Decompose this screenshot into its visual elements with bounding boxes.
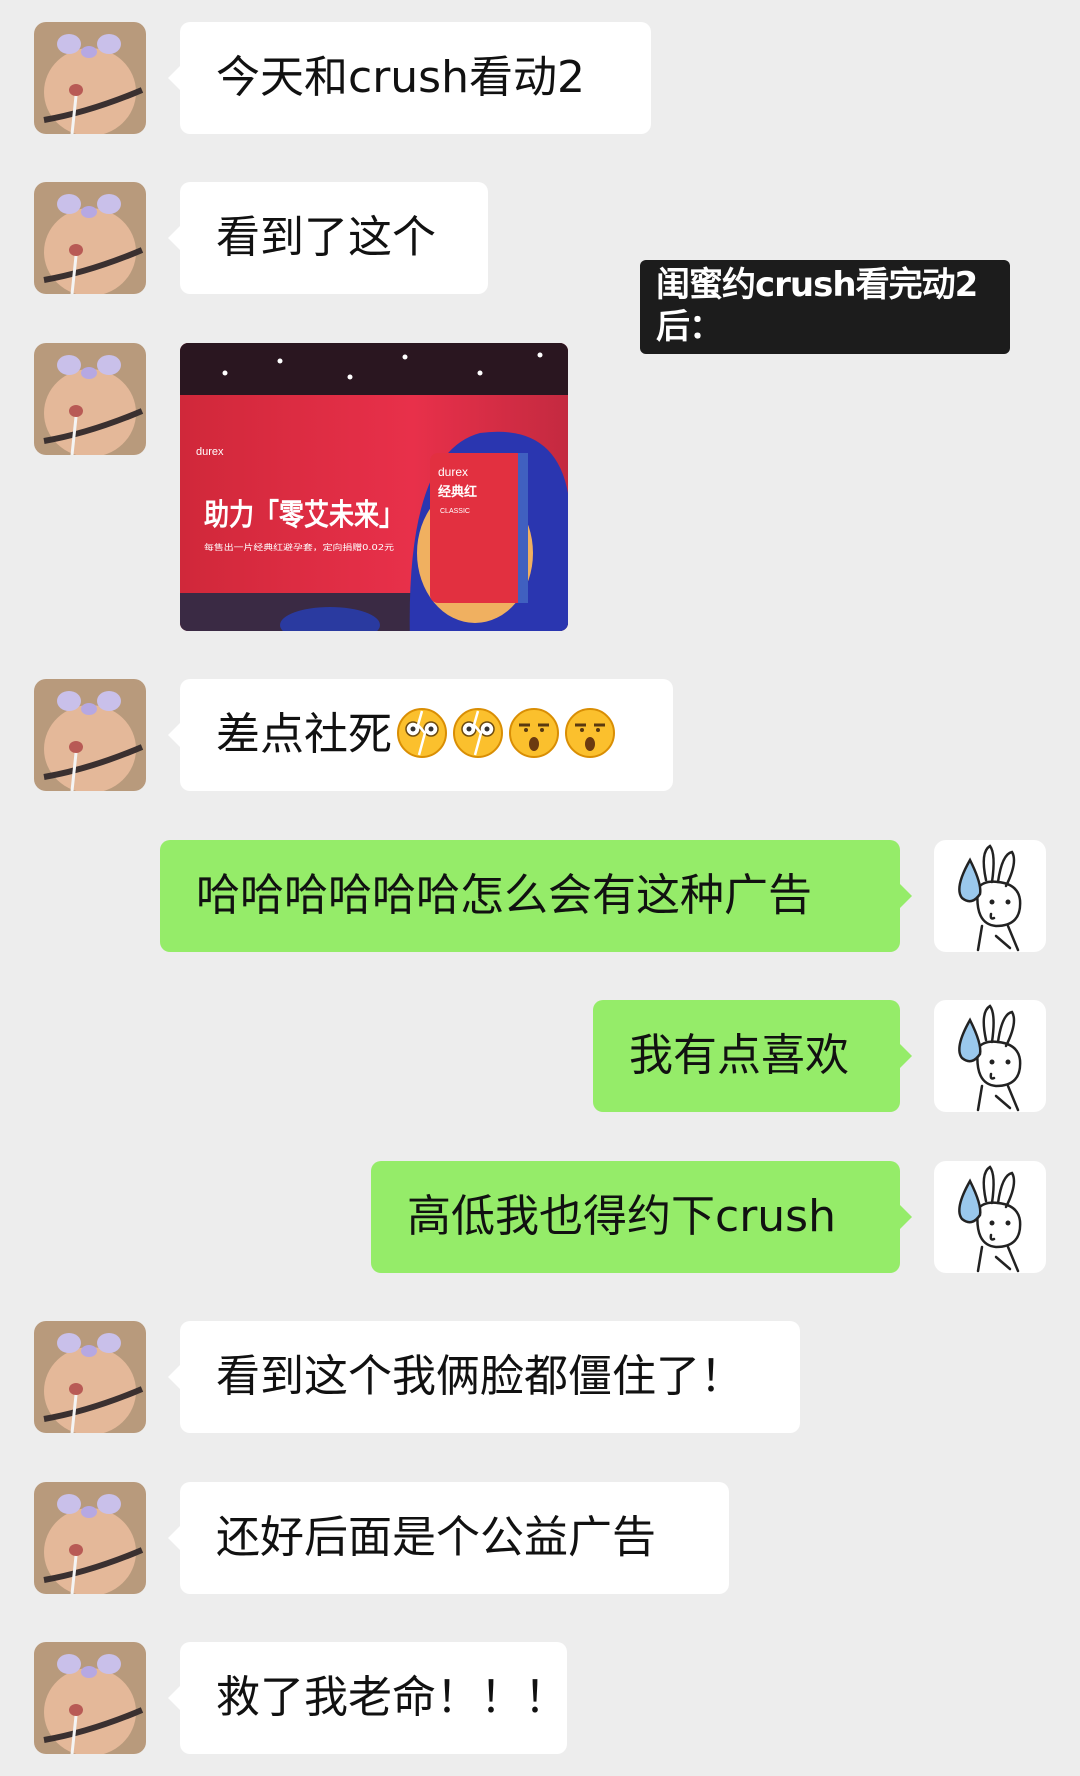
box-brand-text: durex: [438, 465, 468, 479]
message-bubble[interactable]: 看到这个我俩脸都僵住了！: [168, 1321, 800, 1433]
message-text: 看到了这个: [216, 212, 436, 263]
message-bubble[interactable]: 救了我老命！！！: [168, 1642, 568, 1754]
message-text: 差点社死: [216, 709, 392, 760]
ad-brand-text: durex: [196, 446, 224, 458]
ad-slogan: 助力「零艾未来」: [204, 498, 404, 533]
message-bubble[interactable]: 哈哈哈哈哈哈怎么会有这种广告: [160, 840, 912, 952]
message-text: 高低我也得约下crush: [407, 1191, 836, 1242]
message-bubble[interactable]: 高低我也得约下crush: [371, 1161, 912, 1273]
my-avatar[interactable]: [934, 840, 1046, 952]
contact-avatar[interactable]: [34, 22, 146, 134]
message-text: 还好后面是个公益广告: [216, 1512, 656, 1563]
shocked-emoji: [397, 708, 447, 758]
speechless-emoji: [565, 708, 615, 758]
message-text: 看到这个我俩脸都僵住了！: [216, 1351, 744, 1402]
ad-subtext: 每售出一片经典红避孕套，定向捐赠0.02元: [204, 542, 394, 552]
message-text: 救了我老命！！！: [216, 1672, 568, 1723]
message-bubble[interactable]: 还好后面是个公益广告: [168, 1482, 729, 1594]
my-avatar[interactable]: [934, 1161, 1046, 1273]
message-bubble[interactable]: 看到了这个: [168, 182, 488, 294]
shocked-emoji: [453, 708, 503, 758]
contact-avatar[interactable]: [34, 182, 146, 294]
contact-avatar[interactable]: [34, 1642, 146, 1754]
contact-avatar[interactable]: [34, 679, 146, 791]
overlay-caption: 闺蜜约crush看完动2后：: [640, 260, 1010, 354]
contact-avatar[interactable]: [34, 1321, 146, 1433]
message-text: 哈哈哈哈哈哈怎么会有这种广告: [196, 870, 812, 921]
contact-avatar[interactable]: [34, 1482, 146, 1594]
message-text: 我有点喜欢: [629, 1030, 849, 1081]
speechless-emoji: [509, 708, 559, 758]
message-bubble[interactable]: 差点社死: [168, 679, 673, 791]
message-bubble[interactable]: 今天和crush看动2: [168, 22, 651, 134]
image-message[interactable]: durex 经典红 CLASSIC durex 助力「零艾未来」 每售出一片经典…: [180, 343, 568, 631]
my-avatar[interactable]: [934, 1000, 1046, 1112]
message-bubble[interactable]: 我有点喜欢: [593, 1000, 912, 1112]
box-sub-text: CLASSIC: [440, 508, 470, 515]
box-name-text: 经典红: [438, 484, 477, 500]
message-text: 今天和crush看动2: [216, 52, 585, 103]
contact-avatar[interactable]: [34, 343, 146, 455]
